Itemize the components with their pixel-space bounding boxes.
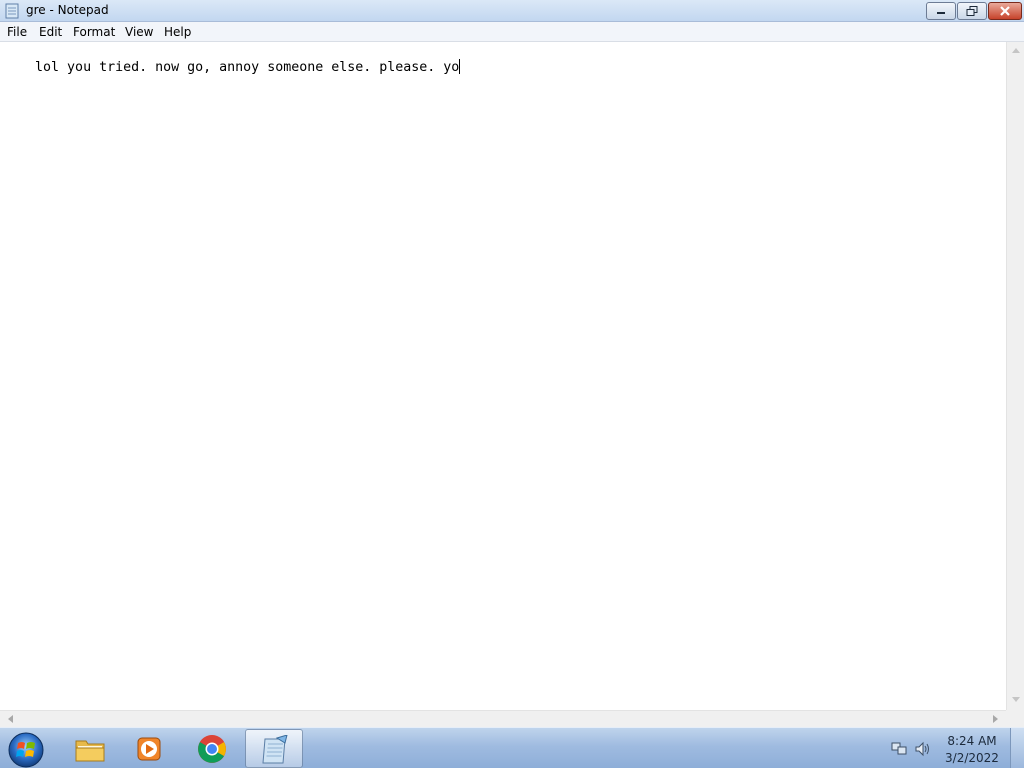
taskbar-media-player-button[interactable] [121, 729, 179, 768]
text-editor[interactable]: lol you tried. now go, annoy someone els… [0, 42, 1006, 710]
window-title: gre - Notepad [26, 3, 109, 17]
minimize-icon [937, 12, 945, 14]
close-button[interactable] [988, 2, 1022, 20]
clock-time: 8:24 AM [947, 734, 997, 748]
menu-format[interactable]: Format [73, 25, 115, 39]
taskbar-explorer-button[interactable] [61, 729, 119, 768]
show-desktop-button[interactable] [1010, 728, 1024, 768]
title-bar[interactable]: gre - Notepad [0, 0, 1024, 22]
clock-date: 3/2/2022 [945, 751, 999, 765]
scroll-left-icon[interactable] [7, 715, 13, 723]
taskbar: 8:24 AM 3/2/2022 [0, 727, 1024, 768]
menu-edit[interactable]: Edit [39, 25, 62, 39]
media-player-icon [137, 737, 161, 761]
close-icon [1000, 6, 1010, 16]
scroll-up-icon[interactable] [1012, 47, 1020, 53]
menu-view[interactable]: View [125, 25, 153, 39]
minimize-button[interactable] [926, 2, 956, 20]
horizontal-scrollbar[interactable] [0, 710, 1006, 727]
taskbar-chrome-button[interactable] [183, 729, 241, 768]
restore-icon [966, 6, 978, 16]
editor-content: lol you tried. now go, annoy someone els… [35, 60, 460, 75]
start-button[interactable] [6, 730, 46, 768]
notepad-app-icon[interactable] [4, 3, 20, 19]
menu-bar: File Edit Format View Help [0, 22, 1024, 42]
scroll-down-icon[interactable] [1012, 697, 1020, 703]
menu-help[interactable]: Help [164, 25, 191, 39]
vertical-scrollbar[interactable] [1006, 42, 1024, 710]
size-grip[interactable] [1006, 710, 1024, 727]
restore-button[interactable] [957, 2, 987, 20]
volume-icon[interactable] [914, 741, 932, 757]
taskbar-notepad-button[interactable] [245, 729, 303, 768]
notepad-icon [262, 735, 288, 764]
chrome-icon [198, 735, 226, 763]
folder-icon [75, 740, 105, 762]
system-clock[interactable]: 8:24 AM 3/2/2022 [942, 733, 1002, 767]
menu-file[interactable]: File [7, 25, 27, 39]
network-icon[interactable] [890, 741, 908, 757]
scroll-right-icon[interactable] [993, 715, 999, 723]
text-caret [459, 59, 461, 74]
